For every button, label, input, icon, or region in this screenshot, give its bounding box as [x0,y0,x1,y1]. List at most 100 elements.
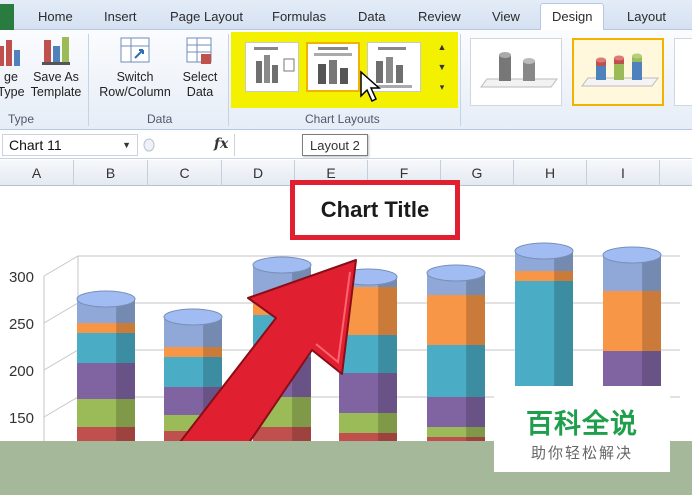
change-type-label-1: ge [4,70,18,84]
chart-type-icon [0,40,20,66]
chart-layouts-highlight: ▲ ▼ ▾ [231,32,458,108]
y-tick-label: 300 [9,269,34,286]
chart-title-highlight-box: Chart Title [290,180,460,240]
group-separator [88,34,89,126]
file-tab[interactable] [0,4,14,30]
column-header-a[interactable]: A [0,160,74,186]
cylinder-bar[interactable] [426,264,486,441]
y-tick-label: 150 [9,410,34,427]
group-label-type: Type [8,112,35,126]
change-type-label-2: Type [0,85,25,99]
save-template-label-1: Save As [33,70,79,84]
cylinder-shading [554,341,573,361]
template-icon [42,37,70,65]
tab-page-layout[interactable]: Page Layout [170,9,243,24]
tab-review[interactable]: Review [418,9,461,24]
name-box-value: Chart 11 [9,137,62,153]
watermark-logo-text: 百科全说 [526,409,638,439]
chevron-down-icon[interactable]: ▼ [122,140,131,150]
cylinder-top[interactable] [514,242,574,260]
splitter-handle-icon[interactable] [142,138,156,152]
cylinder-style-icon [480,52,558,88]
group-label-data: Data [147,112,173,126]
cylinder-shading [116,333,135,363]
select-data-label-1: Select [182,70,218,84]
select-data-icon [186,37,212,64]
cylinder-shading [378,287,397,335]
column-header-b[interactable]: B [74,160,148,186]
cylinder-shading [466,345,485,397]
column-header-c[interactable]: C [148,160,222,186]
scroll-up-icon[interactable]: ▲ [434,42,450,62]
group-separator [460,34,461,126]
mouse-pointer-icon [360,70,381,103]
cylinder-shading [554,281,573,341]
cylinder-style-color-icon [581,53,659,87]
cylinder-shading [378,433,397,441]
cylinder-top[interactable] [602,246,662,264]
chart-style-thumbnail-selected[interactable] [572,38,664,106]
cylinder-top[interactable] [426,264,486,282]
chart-styles-gallery [464,36,692,108]
y-tick-label: 200 [9,363,34,380]
cylinder-shading [642,265,661,291]
tab-view[interactable]: View [492,9,520,24]
formula-controls: fx [142,134,234,156]
chart-title[interactable]: Chart Title [295,197,455,223]
cylinder-shading [378,413,397,433]
layout-2-icon [314,47,352,84]
cylinder-shading [642,351,661,391]
tab-formulas[interactable]: Formulas [272,9,326,24]
layout-1-icon [254,47,295,83]
watermark-slogan: 助你轻松解决 [530,445,633,462]
save-template-label-2: Template [30,85,82,99]
select-data-label-2: Data [186,85,214,99]
tab-data[interactable]: Data [358,9,385,24]
chart-layout-2-thumbnail[interactable] [306,42,360,92]
tab-layout[interactable]: Layout [627,9,666,24]
y-tick-label: 250 [9,316,34,333]
cylinder-shading [378,373,397,413]
cylinder-shading [642,291,661,321]
chart-style-thumbnail[interactable] [470,38,562,106]
switch-row-column-button[interactable]: Switch Row/Column [94,36,176,100]
column-header-partial[interactable] [660,160,692,186]
cylinder-shading [554,271,573,281]
cylinder-shading [116,399,135,427]
more-icon[interactable]: ▾ [434,82,450,102]
cylinder-shading [642,321,661,351]
divider [234,134,235,156]
group-label-chart-layouts: Chart Layouts [305,112,380,126]
ribbon: ge Type Save As Template Type Switch Row… [0,30,692,130]
tab-design[interactable]: Design [540,3,605,31]
column-header-d[interactable]: D [222,160,295,186]
cylinder-shading [466,397,485,427]
cylinder-shading [116,363,135,399]
group-separator [228,34,229,126]
cylinder-shading [378,335,397,373]
layout-tooltip: Layout 2 [302,134,368,156]
cylinder-bar[interactable] [76,290,136,441]
change-chart-type-button[interactable]: ge Type [0,36,26,100]
watermark: 百科全说 助你轻松解决 [494,386,670,472]
tab-insert[interactable]: Insert [104,9,137,24]
cylinder-shading [466,427,485,437]
switch-label-1: Switch [116,70,154,84]
select-data-button[interactable]: Select Data [178,36,222,100]
column-header-i[interactable]: I [587,160,660,186]
tab-home[interactable]: Home [38,9,73,24]
scroll-down-icon[interactable]: ▼ [434,62,450,82]
ribbon-tab-bar: Home Insert Page Layout Formulas Data Re… [0,0,692,31]
cylinder-shading [116,323,135,333]
chart-layout-1-thumbnail[interactable] [245,42,299,92]
chart-style-thumbnail-partial[interactable] [674,38,692,106]
switch-row-column-icon [120,37,150,63]
name-box[interactable]: Chart 11 ▼ [2,134,138,156]
save-as-template-button[interactable]: Save As Template [28,36,84,100]
insert-function-icon[interactable]: fx [214,136,228,152]
column-header-h[interactable]: H [514,160,587,186]
switch-label-2: Row/Column [99,85,171,99]
cylinder-shading [466,295,485,345]
layouts-gallery-scroll[interactable]: ▲ ▼ ▾ [434,42,450,102]
cylinder-top[interactable] [76,290,136,308]
